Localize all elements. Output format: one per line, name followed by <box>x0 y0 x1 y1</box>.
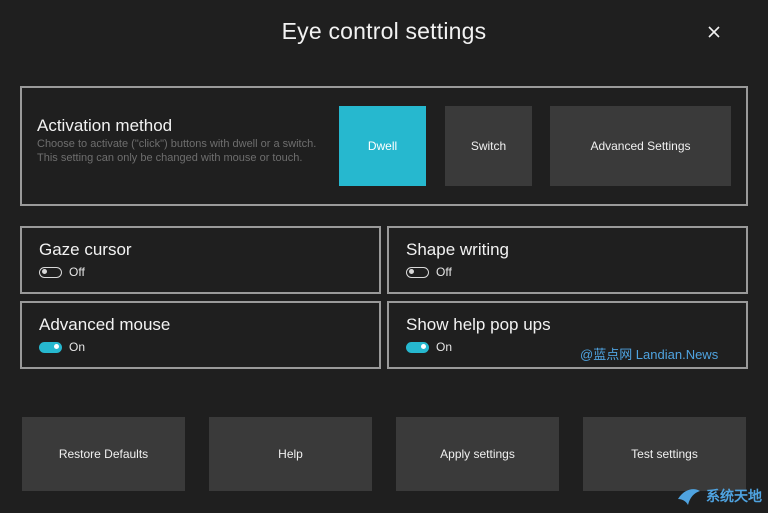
close-button[interactable] <box>704 22 724 42</box>
shape-writing-tile: Shape writing Off <box>387 226 748 294</box>
help-popups-state: On <box>436 340 453 354</box>
bird-logo-icon <box>678 489 700 505</box>
advanced-mouse-label: Advanced mouse <box>39 315 171 334</box>
shape-writing-toggle[interactable]: Off <box>406 265 452 279</box>
toggle-switch-icon <box>406 341 429 353</box>
toggle-switch-icon <box>39 341 62 353</box>
help-popups-label: Show help pop ups <box>406 315 551 334</box>
gaze-cursor-state: Off <box>69 265 85 279</box>
corner-watermark-text: 系统天地 <box>706 488 762 504</box>
switch-button[interactable]: Switch <box>445 106 532 186</box>
page-title: Eye control settings <box>281 18 487 44</box>
shape-writing-state: Off <box>436 265 452 279</box>
activation-method-description: Choose to activate ("click") buttons wit… <box>37 138 317 164</box>
advanced-mouse-state: On <box>69 340 86 354</box>
dwell-button[interactable]: Dwell <box>339 106 426 186</box>
gaze-cursor-toggle[interactable]: Off <box>39 265 85 279</box>
apply-settings-button[interactable]: Apply settings <box>396 417 559 491</box>
corner-watermark-logo: 系统天地 <box>676 485 762 507</box>
help-button[interactable]: Help <box>209 417 372 491</box>
test-settings-button[interactable]: Test settings <box>583 417 746 491</box>
advanced-mouse-tile: Advanced mouse On <box>20 301 381 369</box>
toggle-switch-icon <box>39 266 62 278</box>
close-icon <box>708 26 720 38</box>
gaze-cursor-tile: Gaze cursor Off <box>20 226 381 294</box>
watermark-text: @蓝点网 Landian.News <box>580 347 719 362</box>
advanced-mouse-toggle[interactable]: On <box>39 340 86 354</box>
help-popups-toggle[interactable]: On <box>406 340 453 354</box>
advanced-settings-button[interactable]: Advanced Settings <box>550 106 731 186</box>
activation-method-panel: Activation method Choose to activate ("c… <box>20 86 748 206</box>
gaze-cursor-label: Gaze cursor <box>39 240 132 259</box>
shape-writing-label: Shape writing <box>406 240 510 259</box>
toggle-switch-icon <box>406 266 429 278</box>
activation-method-heading: Activation method <box>37 116 173 135</box>
restore-defaults-button[interactable]: Restore Defaults <box>22 417 185 491</box>
